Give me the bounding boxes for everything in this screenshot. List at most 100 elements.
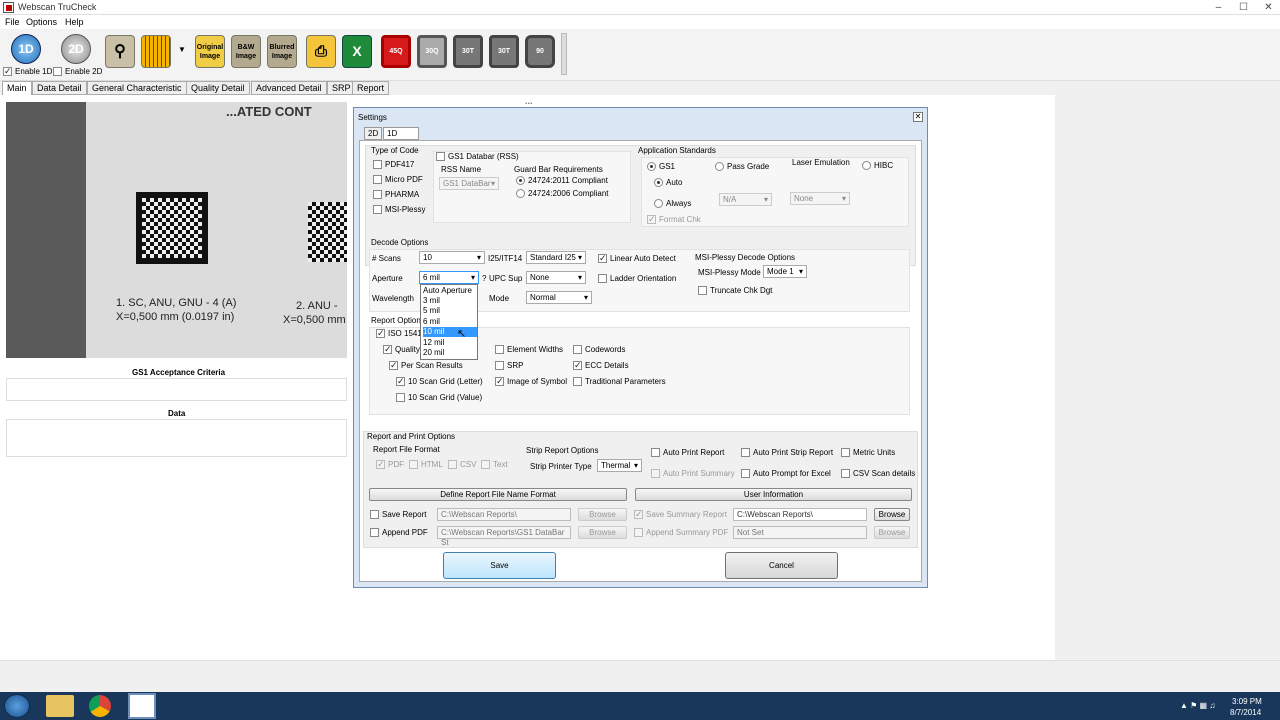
mode-select[interactable]: Normal	[526, 291, 592, 304]
append-pdf-browse-button[interactable]: Browse	[578, 526, 627, 539]
scan-45q-button[interactable]: 45Q	[381, 35, 411, 68]
scan-90-button[interactable]: 90	[525, 35, 555, 68]
strip-printer-select[interactable]: Thermal	[597, 459, 642, 472]
format-chk-checkbox[interactable]: Format Chk	[647, 214, 701, 225]
image-of-symbol-checkbox[interactable]: Image of Symbol	[495, 376, 567, 387]
grid-value-checkbox[interactable]: 10 Scan Grid (Value)	[396, 393, 482, 403]
auto-print-summary-checkbox[interactable]: Auto Print Summary	[651, 469, 735, 479]
aperture-option[interactable]: 3 mil	[423, 296, 477, 306]
minimize-button[interactable]: –	[1206, 0, 1231, 15]
truncate-chk-checkbox[interactable]: Truncate Chk Dgt	[698, 286, 772, 296]
pass-grade-select[interactable]: N/A	[719, 193, 772, 206]
menu-help[interactable]: Help	[65, 17, 84, 27]
pharma-checkbox[interactable]: PHARMA	[373, 190, 419, 200]
per-scan-checkbox[interactable]: Per Scan Results	[389, 360, 463, 371]
append-summary-checkbox[interactable]: Append Summary PDF	[634, 528, 728, 538]
quality-checkbox[interactable]: Quality	[383, 344, 420, 355]
traditional-params-checkbox[interactable]: Traditional Parameters	[573, 377, 666, 387]
auto-prompt-excel-checkbox[interactable]: Auto Prompt for Excel	[741, 469, 831, 479]
enable-1d-checkbox[interactable]: Enable 1D	[3, 66, 52, 77]
ladder-orientation-checkbox[interactable]: Ladder Orientation	[598, 274, 676, 284]
clock-time[interactable]: 3:09 PM	[1232, 697, 1262, 706]
aperture-option[interactable]: 5 mil	[423, 306, 477, 316]
grid-letter-checkbox[interactable]: 10 Scan Grid (Letter)	[396, 376, 483, 387]
aperture-option[interactable]: 20 mil	[423, 348, 477, 358]
auto-radio[interactable]: Auto	[654, 178, 682, 188]
blurred-image-button[interactable]: Blurred Image	[267, 35, 297, 68]
pdf-checkbox[interactable]: PDF	[376, 459, 404, 470]
append-summary-path[interactable]: Not Set	[733, 526, 867, 539]
i25-select[interactable]: Standard I25	[526, 251, 586, 264]
excel-icon[interactable]: X	[342, 35, 372, 68]
tab-report[interactable]: Report	[352, 81, 390, 95]
csv-scan-details-checkbox[interactable]: CSV Scan details	[841, 469, 915, 479]
msi-plessy-checkbox[interactable]: MSI-Plessy	[373, 205, 425, 215]
always-radio[interactable]: Always	[654, 199, 691, 209]
aperture-option[interactable]: Auto Aperture	[423, 286, 477, 296]
save-summary-path[interactable]: C:\Webscan Reports\	[733, 508, 867, 521]
tab-advanced-detail[interactable]: Advanced Detail	[251, 81, 327, 95]
tab-general-characteristic[interactable]: General Characteristic	[87, 81, 187, 95]
pass-grade-radio[interactable]: Pass Grade	[715, 162, 769, 172]
upc-sup-select[interactable]: None	[526, 271, 586, 284]
tab-1d-linear[interactable]: 1D (Linear)	[383, 127, 419, 148]
save-report-checkbox[interactable]: Save Report	[370, 510, 426, 520]
ecc-details-checkbox[interactable]: ECC Details	[573, 360, 629, 371]
gs1-databar-checkbox[interactable]: GS1 Databar (RSS)	[436, 152, 519, 162]
gs1-radio[interactable]: GS1	[647, 162, 675, 172]
text-checkbox[interactable]: Text	[481, 460, 508, 470]
tab-data-detail[interactable]: Data Detail	[32, 81, 87, 95]
msi-mode-select[interactable]: Mode 1	[763, 265, 807, 278]
define-report-format-button[interactable]: Define Report File Name Format	[369, 488, 627, 501]
scan-30q-button[interactable]: 30Q	[417, 35, 447, 68]
append-pdf-path[interactable]: C:\Webscan Reports\GS1 DataBar St	[437, 526, 571, 547]
aperture-select[interactable]: 6 mil	[419, 271, 479, 284]
iso-checkbox[interactable]: ISO 1541	[376, 328, 422, 339]
original-image-button[interactable]: Original Image	[195, 35, 225, 68]
scan-30t-button[interactable]: 30T	[453, 35, 483, 68]
scan-30t-alt-button[interactable]: 30T	[489, 35, 519, 68]
chevron-down-icon[interactable]: ▼	[178, 45, 186, 54]
guard-2011-radio[interactable]: 24724:2011 Compliant	[516, 176, 608, 186]
save-report-path[interactable]: C:\Webscan Reports\	[437, 508, 571, 521]
aperture-option[interactable]: 12 mil	[423, 338, 477, 348]
tab-quality-detail[interactable]: Quality Detail	[186, 81, 250, 95]
save-summary-browse-button[interactable]: Browse	[874, 508, 910, 521]
save-summary-checkbox[interactable]: Save Summary Report	[634, 509, 727, 520]
linear-auto-detect-checkbox[interactable]: Linear Auto Detect	[598, 253, 676, 264]
aperture-option-selected[interactable]: 10 mil	[423, 327, 477, 337]
append-pdf-checkbox[interactable]: Append PDF	[370, 528, 428, 538]
maximize-button[interactable]: ☐	[1231, 0, 1256, 15]
mode-1d-button[interactable]: 1D	[11, 34, 41, 64]
html-checkbox[interactable]: HTML	[409, 460, 443, 470]
grid-icon[interactable]	[141, 35, 171, 68]
save-report-browse-button[interactable]: Browse	[578, 508, 627, 521]
element-widths-checkbox[interactable]: Element Widths	[495, 345, 563, 355]
rss-name-select[interactable]: GS1 DataBar	[439, 177, 499, 190]
tab-main[interactable]: Main	[2, 81, 32, 95]
mode-2d-button[interactable]: 2D	[61, 34, 91, 64]
start-button-icon[interactable]	[4, 694, 30, 718]
close-button[interactable]: ✕	[1256, 0, 1280, 15]
csv-checkbox[interactable]: CSV	[448, 460, 476, 470]
srp-checkbox[interactable]: SRP	[495, 361, 523, 371]
chrome-icon[interactable]	[89, 695, 111, 717]
save-button[interactable]: Save	[443, 552, 556, 579]
bw-image-button[interactable]: B&W Image	[231, 35, 261, 68]
cancel-button[interactable]: Cancel	[725, 552, 838, 579]
pdf417-checkbox[interactable]: PDF417	[373, 160, 414, 170]
auto-print-strip-checkbox[interactable]: Auto Print Strip Report	[741, 448, 833, 458]
micro-pdf-checkbox[interactable]: Micro PDF	[373, 175, 423, 185]
guard-2006-radio[interactable]: 24724:2006 Compliant	[516, 189, 609, 199]
enable-2d-checkbox[interactable]: Enable 2D	[53, 67, 102, 77]
codewords-checkbox[interactable]: Codewords	[573, 345, 625, 355]
hibc-radio[interactable]: HIBC	[862, 161, 893, 171]
zoom-icon[interactable]: ⚲	[105, 35, 135, 68]
dialog-close-icon[interactable]: ✕	[913, 112, 923, 122]
auto-print-report-checkbox[interactable]: Auto Print Report	[651, 448, 724, 458]
tab-2d[interactable]: 2D	[364, 127, 383, 140]
metric-units-checkbox[interactable]: Metric Units	[841, 448, 895, 458]
clock-date[interactable]: 8/7/2014	[1230, 708, 1261, 717]
trucheck-taskbar-icon[interactable]	[128, 693, 156, 719]
laser-emulation-select[interactable]: None	[790, 192, 850, 205]
